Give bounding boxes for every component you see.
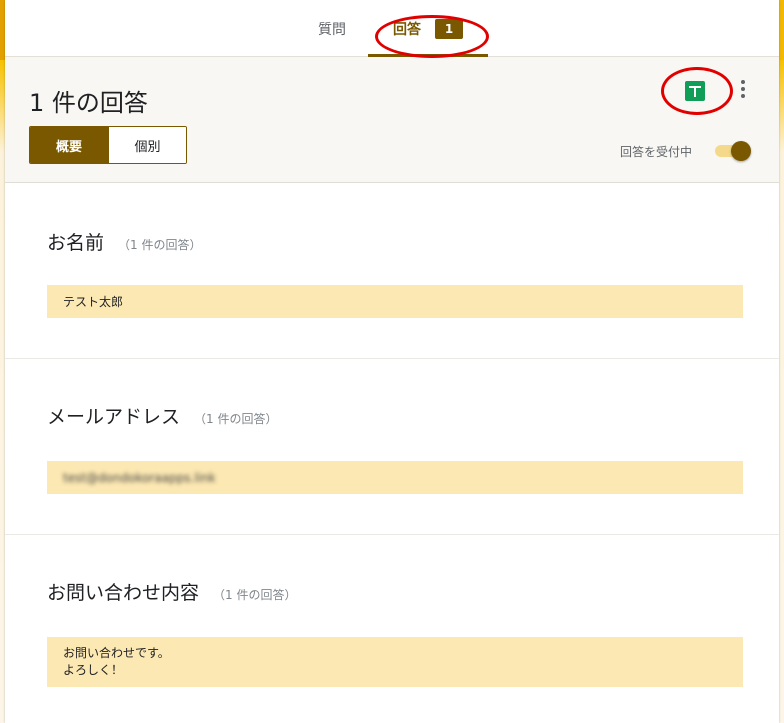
answer-text-blurred: test@dondokoraapps.link: [63, 470, 216, 485]
toggle-thumb: [731, 141, 751, 161]
more-dot: [741, 80, 745, 84]
question-title: お問い合わせ内容 （1 件の回答）: [47, 578, 296, 605]
individual-button[interactable]: 個別: [108, 127, 186, 163]
summary-button[interactable]: 概要: [30, 127, 108, 163]
responses-count-badge: 1: [435, 18, 463, 39]
more-dot: [741, 94, 745, 98]
more-vert-icon[interactable]: [733, 77, 753, 103]
question-title: メールアドレス （1 件の回答）: [47, 402, 277, 429]
question-response-count: （1 件の回答）: [194, 412, 278, 426]
tab-bar: 質問 回答 1: [5, 0, 779, 57]
question-response-count: （1 件の回答）: [118, 238, 202, 252]
question-title-text: メールアドレス: [47, 406, 181, 428]
question-block-email: メールアドレス （1 件の回答） test@dondokoraapps.link: [5, 359, 779, 535]
answer-item: お問い合わせです。 よろしく！: [47, 637, 743, 687]
question-title-text: お名前: [47, 232, 105, 254]
answer-text: テスト太郎: [63, 295, 124, 309]
question-title: お名前 （1 件の回答）: [47, 228, 201, 255]
question-response-count: （1 件の回答）: [213, 588, 297, 602]
more-dot: [741, 87, 745, 91]
question-block-name: お名前 （1 件の回答） テスト太郎: [5, 183, 779, 359]
responses-title: 1 件の回答: [29, 89, 148, 117]
tab-responses-label: 回答: [393, 21, 421, 38]
form-responses-card: 質問 回答 1 1 件の回答 概要 個別 回答を受付中 お名前 （1 件の回答）: [5, 0, 779, 723]
responses-header: 1 件の回答 概要 個別 回答を受付中: [5, 57, 779, 183]
accepting-responses-toggle[interactable]: [713, 141, 751, 161]
sheets-icon[interactable]: [685, 81, 705, 101]
answer-text: お問い合わせです。 よろしく！: [63, 646, 170, 677]
tab-questions[interactable]: 質問: [300, 0, 364, 57]
answer-item: test@dondokoraapps.link: [47, 461, 743, 494]
tab-responses[interactable]: 回答 1: [368, 0, 488, 57]
tab-questions-label: 質問: [318, 21, 346, 38]
answer-item: テスト太郎: [47, 285, 743, 318]
question-block-inquiry: お問い合わせ内容 （1 件の回答） お問い合わせです。 よろしく！: [5, 535, 779, 723]
accepting-responses-label: 回答を受付中: [620, 145, 693, 159]
question-title-text: お問い合わせ内容: [47, 582, 200, 604]
view-toggle: 概要 個別: [29, 126, 187, 164]
